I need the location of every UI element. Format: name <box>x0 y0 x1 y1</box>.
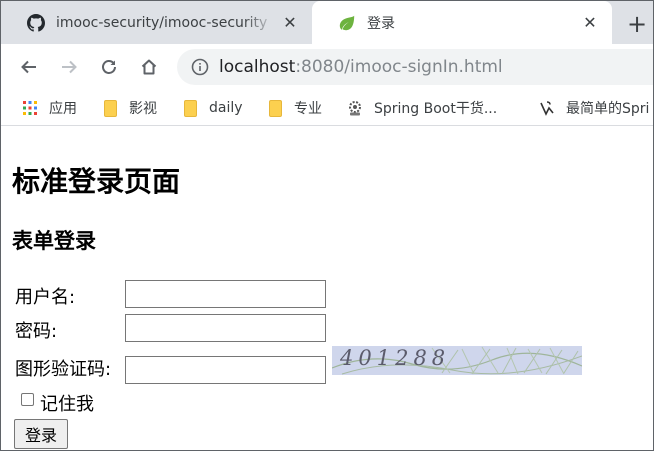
captcha-label: 图形验证码: <box>15 359 112 380</box>
back-arrow-icon[interactable] <box>13 51 45 83</box>
bookmark-label: 影视 <box>129 101 157 117</box>
gear-site-icon <box>346 99 364 117</box>
bookmark-folder-daily[interactable]: daily <box>181 96 243 120</box>
remember-me-label: 记住我 <box>40 394 94 415</box>
bookmark-label: 应用 <box>49 101 77 117</box>
spring-leaf-icon <box>337 13 357 33</box>
password-label: 密码: <box>15 321 58 342</box>
github-icon <box>26 13 46 33</box>
forward-arrow-icon[interactable] <box>53 51 85 83</box>
bookmark-apps[interactable]: 应用 <box>21 96 77 120</box>
form-title: 表单登录 <box>12 229 96 253</box>
home-icon[interactable] <box>133 51 165 83</box>
captcha-input[interactable] <box>125 356 326 384</box>
tab-login[interactable]: 登录 ✕ <box>312 1 612 44</box>
bookmark-folder-zhuanye[interactable]: 专业 <box>266 96 322 120</box>
bookmark-label: 最简单的Spri <box>566 101 650 117</box>
close-icon[interactable]: ✕ <box>580 13 600 33</box>
info-icon[interactable] <box>191 58 209 76</box>
bookmark-label: Spring Boot干货... <box>374 101 498 117</box>
folder-icon <box>266 99 284 117</box>
username-label: 用户名: <box>15 287 76 308</box>
folder-icon <box>101 99 119 117</box>
browser-window: imooc-security/imooc-security ✕ 登录 ✕ + l… <box>0 0 654 451</box>
plus-icon[interactable]: + <box>624 10 650 38</box>
address-bar[interactable]: localhost:8080/imooc-signIn.html <box>177 49 653 85</box>
bookmark-label: 专业 <box>294 101 322 117</box>
page-content: 标准登录页面 表单登录 用户名: 密码: 图形验证码: 401288 记住我 登… <box>1 127 653 450</box>
captcha-code: 401288 <box>340 346 451 370</box>
tab-title: imooc-security/imooc-security <box>56 14 268 31</box>
toolbar: localhost:8080/imooc-signIn.html <box>1 44 653 90</box>
tab-title: 登录 <box>367 15 395 32</box>
bookmark-simplest-spring[interactable]: 最简单的Spri <box>538 96 649 120</box>
folder-icon <box>181 99 199 117</box>
username-input[interactable] <box>125 280 326 308</box>
bookmark-spring-boot[interactable]: Spring Boot干货... <box>346 96 497 120</box>
url-text: localhost:8080/imooc-signIn.html <box>219 57 503 77</box>
url-host: localhost <box>219 57 296 77</box>
tab-github[interactable]: imooc-security/imooc-security ✕ <box>1 1 312 44</box>
password-input[interactable] <box>125 314 326 342</box>
page-title: 标准登录页面 <box>12 165 181 198</box>
url-path: :8080/imooc-signIn.html <box>295 57 503 77</box>
bookmark-label: daily <box>209 100 243 116</box>
remember-me-checkbox[interactable] <box>21 393 34 406</box>
apps-grid-icon <box>21 99 39 117</box>
bookmark-folder-yingshi[interactable]: 影视 <box>101 96 157 120</box>
tab-strip: imooc-security/imooc-security ✕ 登录 ✕ + <box>1 1 653 44</box>
bookmarks-bar: 应用 影视 daily 专业 Spring Boot干货... 最简单的Spri <box>1 90 653 126</box>
login-button[interactable]: 登录 <box>14 419 68 449</box>
site-logo-icon <box>538 99 556 117</box>
close-icon[interactable]: ✕ <box>280 13 300 33</box>
reload-icon[interactable] <box>93 51 125 83</box>
captcha-image[interactable]: 401288 <box>332 346 582 375</box>
